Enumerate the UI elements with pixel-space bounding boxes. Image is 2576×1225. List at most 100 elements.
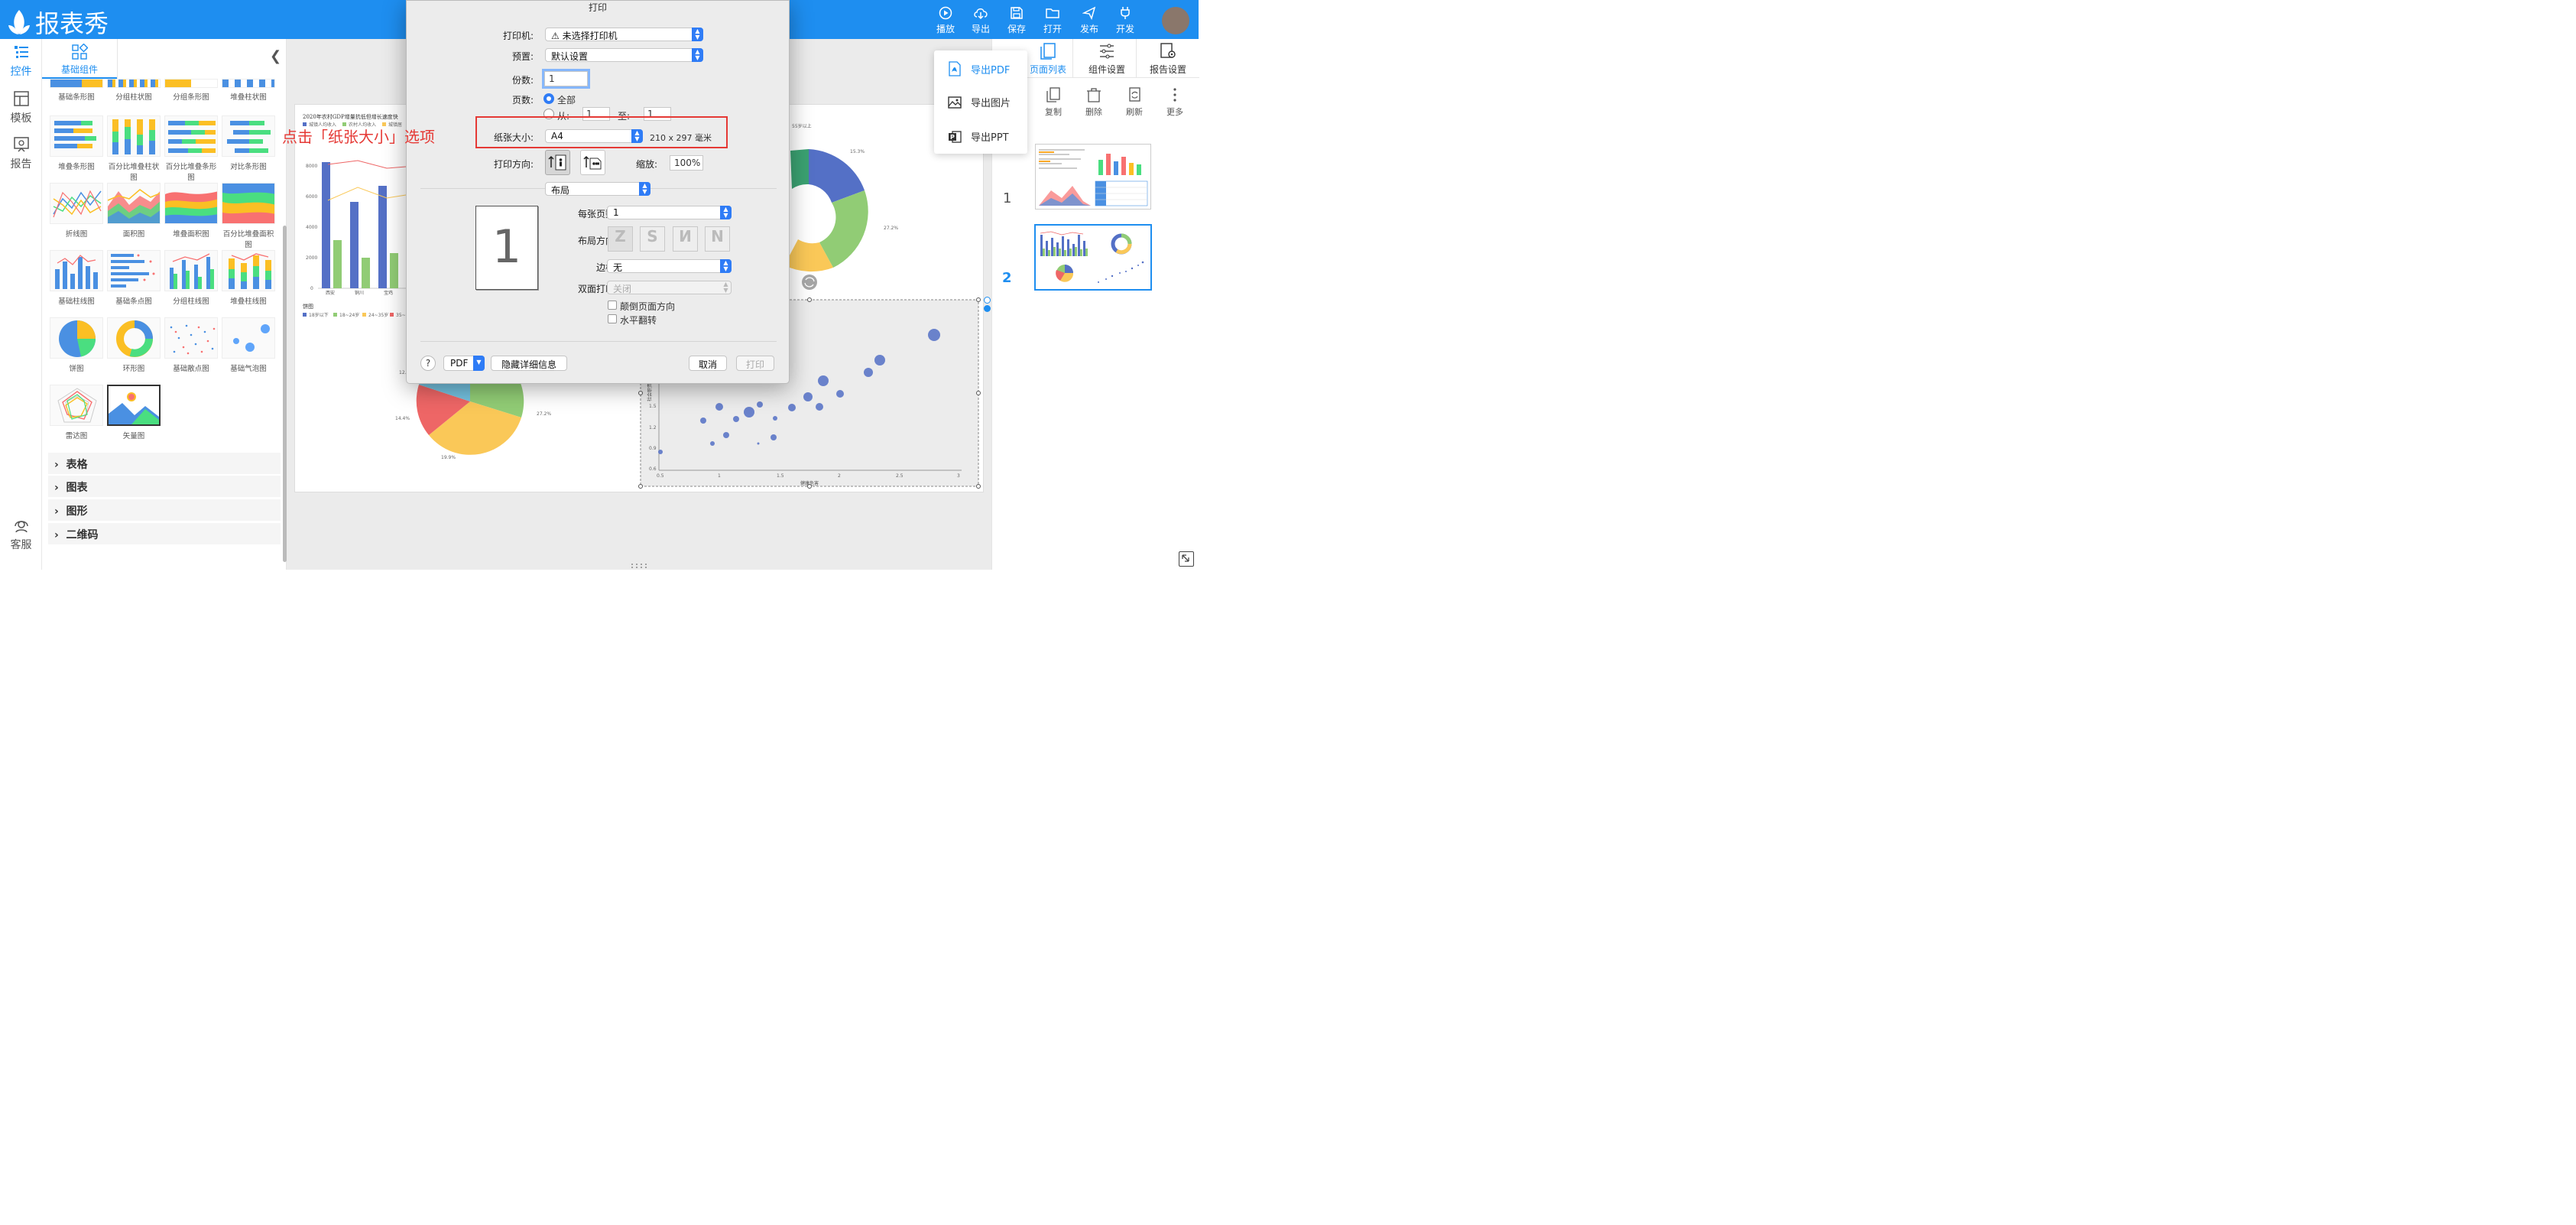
pie-label-2: 19.9% xyxy=(441,455,456,460)
play-button[interactable]: 播放 xyxy=(930,6,961,35)
open-button[interactable]: 打开 xyxy=(1037,6,1068,35)
nav-item-reports[interactable]: 报告 xyxy=(0,136,42,171)
component-percent-stacked-column[interactable]: 百分比堆叠柱状图 xyxy=(105,115,162,182)
component-pie[interactable]: 饼图 xyxy=(48,317,105,373)
nav-item-controls[interactable]: 控件 xyxy=(0,44,42,79)
chart1-ytick-1: 6000 xyxy=(306,194,317,200)
component-line[interactable]: 折线图 xyxy=(48,183,105,239)
collapse-panel-icon[interactable]: ❮ xyxy=(270,48,281,64)
hide-details-button[interactable]: 隐藏详细信息 xyxy=(491,356,567,371)
chart1-xtick-0: 西安 xyxy=(326,290,335,296)
canvas-anchor-handle[interactable] xyxy=(984,297,991,304)
page-thumbnail-2[interactable] xyxy=(1034,224,1152,291)
component-percent-stacked-bar[interactable]: 百分比堆叠条形图 xyxy=(163,115,219,182)
component-basic-bar[interactable]: 基础条形图 xyxy=(48,79,105,102)
more-button[interactable]: 更多 xyxy=(1160,86,1190,118)
flip-horizontal-checkbox[interactable] xyxy=(608,314,617,323)
component-grouped-bar-line[interactable]: 分组柱线图 xyxy=(163,250,219,306)
component-bar-dot[interactable]: 基础条点图 xyxy=(105,250,162,306)
menu-item-export-image[interactable]: 导出图片 xyxy=(948,95,1011,109)
component-area[interactable]: 面积图 xyxy=(105,183,162,239)
report-settings-icon xyxy=(1160,43,1176,58)
nav-item-support[interactable]: 客服 xyxy=(0,517,42,552)
scatter-xtick-4: 2.5 xyxy=(896,473,904,479)
component-basic-bar-line[interactable]: 基础柱线图 xyxy=(48,250,105,306)
help-button[interactable]: ? xyxy=(420,356,436,371)
component-basic-scatter[interactable]: 基础散点图 xyxy=(163,317,219,373)
component-vector-image[interactable]: 矢量图 xyxy=(105,385,162,440)
page-thumbnail-1[interactable] xyxy=(1035,144,1151,210)
canvas-anchor-handle-filled[interactable] xyxy=(984,305,991,312)
component-grouped-bar[interactable]: 分组条形图 xyxy=(163,79,219,102)
app-logo[interactable]: 报表秀 xyxy=(6,5,109,40)
copy-button[interactable]: 复制 xyxy=(1038,86,1069,118)
border-select[interactable]: 无 ▲ ▼ xyxy=(607,259,732,273)
printer-select[interactable]: ⚠ 未选择打印机 ▲ ▼ xyxy=(545,28,703,41)
trash-icon xyxy=(1087,88,1101,102)
component-stacked-area[interactable]: 堆叠面积图 xyxy=(163,183,219,239)
menu-item-export-ppt[interactable]: P 导出PPT xyxy=(948,129,1009,144)
nav-item-templates[interactable]: 模板 xyxy=(0,90,42,125)
delete-button[interactable]: 删除 xyxy=(1079,86,1109,118)
cancel-button[interactable]: 取消 xyxy=(689,356,727,371)
canvas-resize-grip[interactable] xyxy=(630,561,648,568)
layout-direction-label: 布局方向: xyxy=(577,236,618,246)
pie-label-3: 27.2% xyxy=(537,411,551,417)
landscape-orientation-button[interactable] xyxy=(580,150,605,175)
updown-arrows-icon: ▲ ▼ xyxy=(720,206,732,219)
pages-all-radio[interactable] xyxy=(543,93,554,104)
publish-button[interactable]: 发布 xyxy=(1074,6,1105,35)
tab-page-list[interactable]: 页面列表 xyxy=(1023,39,1073,77)
component-stacked-bar[interactable]: 堆叠条形图 xyxy=(48,115,105,171)
save-icon xyxy=(1011,7,1023,19)
donut-label-0: 15.3% xyxy=(850,149,865,154)
print-button[interactable]: 打印 xyxy=(736,356,774,371)
scale-input[interactable]: 100% xyxy=(670,155,703,171)
preset-select[interactable]: 默认设置 ▲ ▼ xyxy=(545,48,703,62)
section-chart[interactable]: › 图表 xyxy=(48,476,281,497)
pdf-menu-button[interactable]: PDF ▼ xyxy=(443,356,485,371)
export-button[interactable]: 导出 xyxy=(965,6,996,35)
scatter-ylabel: 社会职责 xyxy=(647,383,653,401)
component-donut[interactable]: 环形图 xyxy=(105,317,162,373)
component-stacked-column[interactable]: 堆叠柱状图 xyxy=(220,79,277,102)
component-basic-bubble[interactable]: 基础气泡图 xyxy=(220,317,277,373)
layout-direction-z[interactable]: Z xyxy=(608,226,633,252)
component-compare-bar[interactable]: 对比条形图 xyxy=(220,115,277,171)
avatar[interactable] xyxy=(1162,7,1189,34)
reverse-page-checkbox[interactable] xyxy=(608,301,617,310)
component-percent-stacked-area[interactable]: 百分比堆叠面积图 xyxy=(220,183,277,249)
section-qrcode[interactable]: › 二维码 xyxy=(48,523,281,544)
menu-item-export-pdf[interactable]: 导出PDF xyxy=(948,61,1010,76)
refresh-button[interactable]: 刷新 xyxy=(1119,86,1150,118)
tab-basic-components[interactable]: 基础组件 xyxy=(42,39,117,79)
image-icon xyxy=(948,96,962,109)
save-button[interactable]: 保存 xyxy=(1001,6,1032,35)
component-radar[interactable]: 雷达图 xyxy=(48,385,105,440)
paper-size-highlight-box xyxy=(475,116,728,148)
develop-button[interactable]: 开发 xyxy=(1110,6,1140,35)
copies-input[interactable]: 1 xyxy=(544,71,588,86)
portrait-person-icon xyxy=(548,154,566,171)
chart1-title: 2020年农村GDP增量抗低但增长速度快 xyxy=(303,113,398,120)
component-grouped-column[interactable]: 分组柱状图 xyxy=(105,79,162,102)
tab-component-settings[interactable]: 组件设置 xyxy=(1076,39,1137,77)
more-vertical-icon xyxy=(1173,88,1176,102)
scatter-xtick-2: 1.5 xyxy=(777,473,784,479)
section-shape[interactable]: › 图形 xyxy=(48,499,281,521)
print-dialog: 打印 打印机: ⚠ 未选择打印机 ▲ ▼ 预置: 默认设置 ▲ ▼ 份数: 1 页数… xyxy=(406,0,790,384)
landscape-person-icon xyxy=(583,155,602,170)
component-stacked-bar-line[interactable]: 堆叠柱线图 xyxy=(220,250,277,306)
layout-direction-n[interactable]: N xyxy=(705,226,730,252)
list-icon xyxy=(14,46,28,58)
fullscreen-icon[interactable] xyxy=(1179,551,1194,567)
pages-per-sheet-select[interactable]: 1 ▲ ▼ xyxy=(607,206,732,219)
tab-report-settings[interactable]: 报告设置 xyxy=(1139,39,1197,77)
layout-direction-s[interactable]: S xyxy=(640,226,665,252)
duplex-select[interactable]: 关闭 ▲ ▼ xyxy=(607,281,732,294)
portrait-orientation-button[interactable] xyxy=(545,150,570,175)
section-table[interactable]: › 表格 xyxy=(48,453,281,474)
updown-arrows-icon: ▲ ▼ xyxy=(692,28,703,41)
layout-direction-n-reverse[interactable]: И xyxy=(673,226,698,252)
section-select[interactable]: 布局 ▲ ▼ xyxy=(545,182,650,196)
